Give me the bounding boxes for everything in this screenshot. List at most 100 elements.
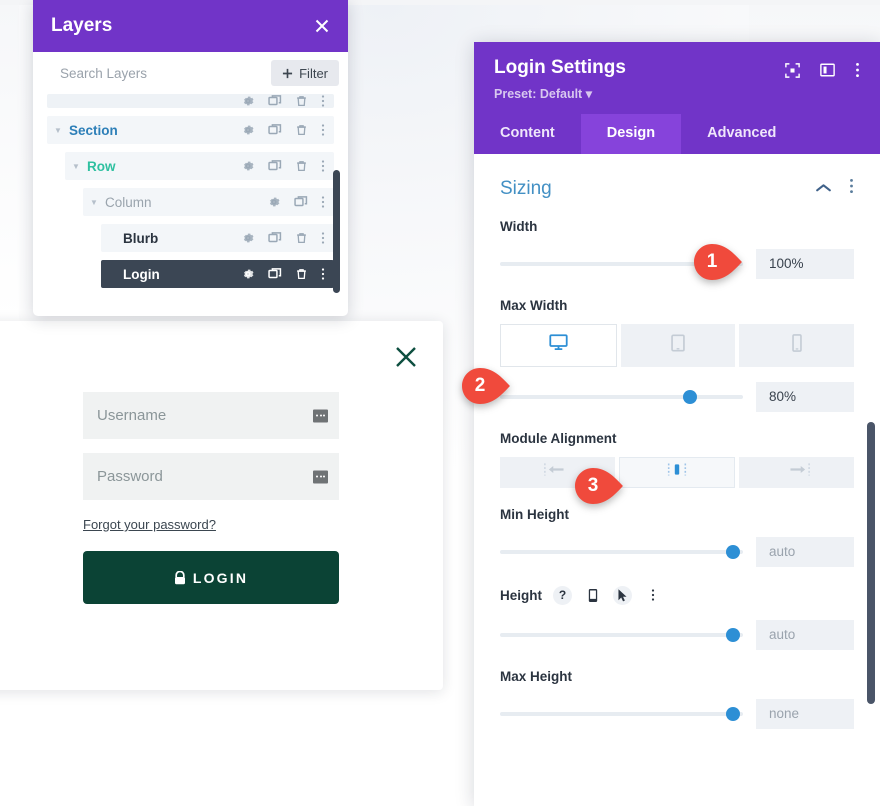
- layer-row[interactable]: ▼ Column: [83, 188, 334, 216]
- trash-icon[interactable]: [295, 159, 308, 173]
- field-width: Width 100%: [474, 219, 880, 279]
- alignment-option-right[interactable]: [739, 456, 855, 488]
- layer-row[interactable]: [47, 94, 334, 108]
- sizing-section-header[interactable]: Sizing: [474, 154, 880, 200]
- trash-icon[interactable]: [295, 123, 308, 137]
- duplicate-icon[interactable]: [268, 267, 282, 281]
- field-label-text: Min Height: [500, 506, 569, 522]
- duplicate-icon[interactable]: [268, 159, 282, 173]
- gear-icon[interactable]: [267, 195, 281, 209]
- gear-icon[interactable]: [241, 159, 255, 173]
- layer-row-label: Login: [123, 266, 160, 282]
- field-module_alignment: Module Alignment: [474, 431, 880, 488]
- more-vertical-icon[interactable]: [855, 62, 860, 83]
- slider-row-max_height: none: [500, 698, 854, 729]
- chevron-down-icon[interactable]: ▼: [83, 198, 105, 207]
- forgot-password-link[interactable]: Forgot your password?: [83, 517, 216, 532]
- slider-height[interactable]: [500, 626, 743, 644]
- slider-track: [500, 632, 743, 637]
- field-label-max_height: Max Height: [500, 669, 854, 684]
- password-field-wrap: [83, 453, 339, 500]
- help-icon[interactable]: ?: [553, 585, 572, 605]
- value-input-min_height[interactable]: auto: [756, 536, 854, 567]
- layer-row[interactable]: ▼ Section: [47, 116, 334, 144]
- more-vertical-icon[interactable]: [849, 178, 854, 199]
- gear-icon[interactable]: [241, 123, 255, 137]
- close-icon[interactable]: [391, 342, 421, 372]
- value-input-max_height[interactable]: none: [756, 698, 854, 729]
- layer-row-selected[interactable]: Login: [101, 260, 334, 288]
- settings-tabs: Content Design Advanced: [474, 113, 880, 154]
- device-tab-tablet[interactable]: [620, 323, 736, 367]
- settings-scrollbar[interactable]: [867, 421, 875, 704]
- duplicate-icon[interactable]: [268, 231, 282, 245]
- slider-max_height[interactable]: [500, 705, 743, 723]
- more-icon[interactable]: [321, 123, 325, 137]
- desktop-icon: [549, 334, 568, 356]
- device-tab-desktop[interactable]: [500, 323, 617, 367]
- alignment-option-center[interactable]: [618, 456, 736, 488]
- slider-max_width[interactable]: [500, 388, 743, 406]
- gear-icon[interactable]: [241, 231, 255, 245]
- close-icon[interactable]: [314, 18, 330, 34]
- slider-min_height[interactable]: [500, 543, 743, 561]
- layout-panel-icon[interactable]: [820, 63, 835, 82]
- slider-row-height: auto: [500, 619, 854, 650]
- more-icon[interactable]: [321, 94, 325, 108]
- tab-advanced[interactable]: Advanced: [681, 114, 802, 154]
- slider-row-max_width: 80%: [500, 381, 854, 412]
- module-settings-panel: Login Settings Preset: Default ▾ Content…: [474, 42, 880, 806]
- more-vertical-icon[interactable]: [643, 586, 662, 605]
- trash-icon[interactable]: [295, 267, 308, 281]
- value-input-width[interactable]: 100%: [756, 248, 854, 279]
- filter-button[interactable]: Filter: [271, 60, 339, 86]
- tab-content[interactable]: Content: [474, 114, 581, 154]
- slider-knob[interactable]: [726, 544, 741, 559]
- duplicate-icon[interactable]: [268, 123, 282, 137]
- layers-scrollbar[interactable]: [333, 170, 340, 293]
- gear-icon[interactable]: [241, 94, 255, 108]
- search-input[interactable]: [60, 65, 272, 81]
- slider-width[interactable]: [500, 255, 743, 273]
- login-module-body: nove ntent: [0, 440, 33, 489]
- slider-knob[interactable]: [726, 627, 741, 642]
- alignment-option-left[interactable]: [500, 456, 615, 488]
- preset-selector[interactable]: Preset: Default ▾: [494, 86, 626, 101]
- tablet-icon: [671, 334, 685, 357]
- chevron-down-icon[interactable]: ▼: [47, 126, 69, 135]
- layer-row[interactable]: Blurb: [101, 224, 334, 252]
- password-input[interactable]: [83, 453, 339, 500]
- more-icon[interactable]: [321, 159, 325, 173]
- field-label-text: Max Height: [500, 668, 573, 684]
- slider-row-min_height: auto: [500, 536, 854, 567]
- more-icon[interactable]: [321, 267, 325, 281]
- duplicate-icon[interactable]: [268, 94, 282, 108]
- value-input-max_width[interactable]: 80%: [756, 381, 854, 412]
- more-icon[interactable]: [321, 231, 325, 245]
- more-icon[interactable]: [321, 195, 325, 209]
- alignment-tabs: [500, 456, 855, 488]
- trash-icon[interactable]: [295, 231, 308, 245]
- login-submit-button[interactable]: LOGIN: [83, 551, 339, 604]
- username-input[interactable]: [83, 392, 339, 439]
- gear-icon[interactable]: [241, 267, 255, 281]
- focus-frame-icon[interactable]: [785, 62, 800, 83]
- login-module-text: re nove ntent: [0, 391, 33, 489]
- field-height: Height? auto: [474, 585, 880, 650]
- field-label-width: Width: [500, 219, 854, 234]
- slider-knob[interactable]: [682, 389, 697, 404]
- responsive-icon[interactable]: [583, 586, 602, 605]
- lock-icon: [174, 570, 185, 584]
- trash-icon[interactable]: [295, 94, 308, 108]
- chevron-down-icon[interactable]: ▼: [65, 162, 87, 171]
- device-tab-phone[interactable]: [739, 323, 855, 367]
- slider-knob[interactable]: [726, 706, 741, 721]
- chevron-up-icon[interactable]: [815, 180, 832, 198]
- login-submit-label: LOGIN: [192, 569, 249, 586]
- hover-cursor-icon[interactable]: [613, 585, 632, 605]
- value-input-height[interactable]: auto: [756, 619, 854, 650]
- duplicate-icon[interactable]: [294, 195, 308, 209]
- tab-design[interactable]: Design: [580, 113, 682, 154]
- layer-row[interactable]: ▼ Row: [65, 152, 334, 180]
- field-label-min_height: Min Height: [500, 507, 854, 522]
